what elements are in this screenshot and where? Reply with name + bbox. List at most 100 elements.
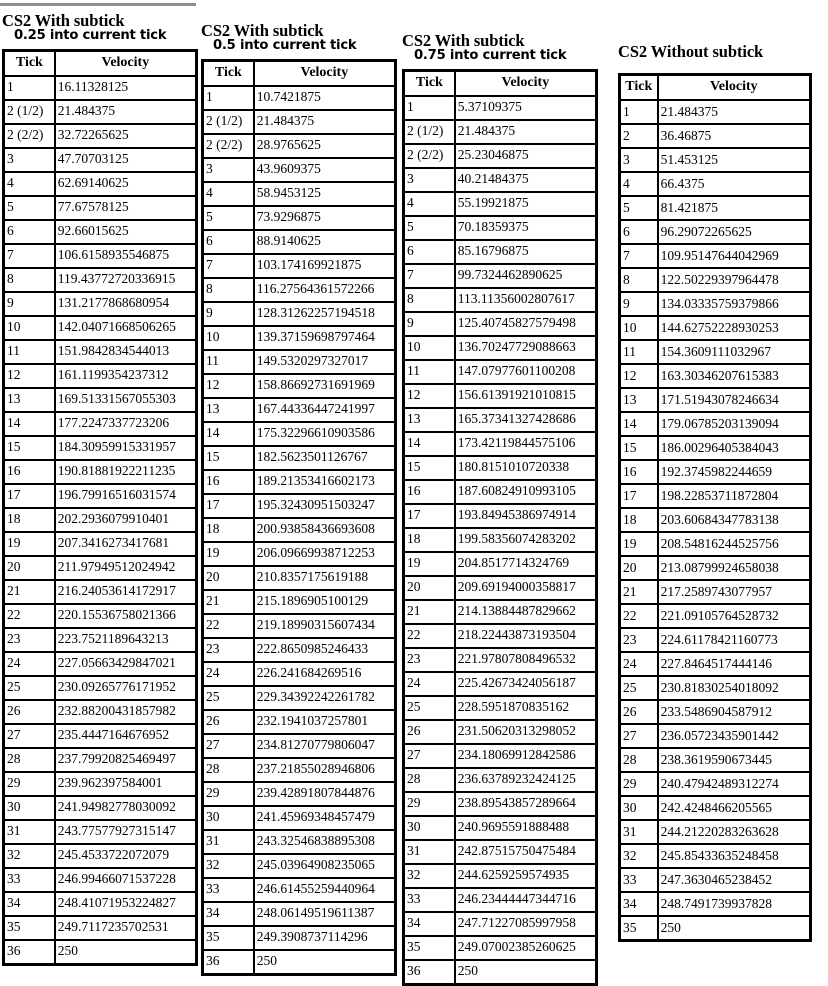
cell-velocity: 58.9453125: [253, 181, 395, 206]
table-row: 8 119.43772720336915: [4, 267, 196, 292]
table-row: 18 200.93858436693608: [203, 517, 395, 542]
table-row: 19 207.3416273417681: [4, 531, 196, 556]
table-row: 19 204.8517714324769: [404, 551, 596, 576]
cell-velocity: 73.9296875: [253, 205, 395, 230]
cell-velocity: 211.97949512024942: [54, 555, 196, 580]
table-row: 28 236.63789232424125: [404, 767, 596, 792]
cell-tick: 18: [620, 508, 658, 533]
table-row: 11 149.5320297327017: [203, 349, 395, 374]
cell-tick: 4: [404, 191, 455, 216]
cell-tick: 7: [4, 243, 55, 268]
table-row: 5 70.18359375: [404, 215, 596, 240]
cell-tick: 26: [203, 709, 254, 734]
table-row: 6 96.29072265625: [620, 220, 810, 245]
cell-velocity: 227.05663429847021: [54, 651, 196, 676]
cell-velocity: 237.79920825469497: [54, 747, 196, 772]
table-row: 35 249.07002385260625: [404, 935, 596, 960]
table-row: 9 128.31262257194518: [203, 301, 395, 326]
cell-tick: 10: [4, 315, 55, 340]
cell-tick: 13: [4, 387, 55, 412]
table-row: 4 58.9453125: [203, 181, 395, 206]
table-row: 33 246.23444447344716: [404, 887, 596, 912]
cell-velocity: 248.41071953224827: [54, 891, 196, 916]
cell-tick: 12: [620, 364, 658, 389]
cell-tick: 2 (1/2): [404, 119, 455, 144]
cell-tick: 21: [620, 580, 658, 605]
table-row: 29 238.89543857289664: [404, 791, 596, 816]
cell-tick: 8: [620, 268, 658, 293]
table-row: 31 243.32546838895308: [203, 829, 395, 854]
velocity-table: Tick Velocity 1 21.484375 2 36.46875 3 51.45312…: [618, 73, 812, 943]
table-row: 13 169.51331567055303: [4, 387, 196, 412]
cell-tick: 35: [4, 915, 55, 940]
table-header-row: Tick Velocity: [203, 60, 395, 86]
table-title-main: CS2 With subtick: [201, 21, 324, 40]
cell-tick: 7: [404, 263, 455, 288]
cell-velocity: 156.61391921010815: [454, 383, 596, 408]
cell-tick: 31: [203, 829, 254, 854]
cell-velocity: 230.81830254018092: [657, 676, 810, 701]
cell-velocity: 10.7421875: [253, 85, 395, 110]
cell-velocity: 70.18359375: [454, 215, 596, 240]
table-row: 30 241.94982778030092: [4, 795, 196, 820]
cell-velocity: 240.47942489312274: [657, 772, 810, 797]
table-panel-with-subtick-075: CS2 With subtick 0.75 into current tick Ti…: [397, 12, 598, 986]
cell-velocity: 106.6158935546875: [54, 243, 196, 268]
cell-velocity: 226.241684269516: [253, 661, 395, 686]
cell-tick: 5: [4, 195, 55, 220]
cell-tick: 34: [404, 911, 455, 936]
cell-tick: 14: [4, 411, 55, 436]
cell-velocity: 234.81270779806047: [253, 733, 395, 758]
table-row: 30 241.45969348457479: [203, 805, 395, 830]
table-row: 23 223.7521189643213: [4, 627, 196, 652]
cell-tick: 26: [4, 699, 55, 724]
cell-velocity: 103.174169921875: [253, 253, 395, 278]
cell-velocity: 225.42673424056187: [454, 671, 596, 696]
table-title-block: CS2 With subtick 0.5 into current tick: [201, 12, 357, 53]
cell-velocity: 142.04071668506265: [54, 315, 196, 340]
cell-tick: 16: [404, 479, 455, 504]
cell-velocity: 210.8357175619188: [253, 565, 395, 590]
table-row: 36 250: [203, 949, 395, 974]
cell-velocity: 109.95147644042969: [657, 244, 810, 269]
cell-tick: 6: [203, 229, 254, 254]
cell-velocity: 224.61178421160773: [657, 628, 810, 653]
table-row: 2 (2/2) 28.9765625: [203, 133, 395, 158]
cell-velocity: 200.93858436693608: [253, 517, 395, 542]
table-row: 29 240.47942489312274: [620, 772, 810, 797]
cell-velocity: 222.8650985246433: [253, 637, 395, 662]
cell-velocity: 206.09669938712253: [253, 541, 395, 566]
cell-tick: 1: [404, 95, 455, 120]
cell-velocity: 250: [54, 939, 196, 964]
table-title-sub: 0.25 into current tick: [14, 28, 167, 44]
cell-tick: 26: [620, 700, 658, 725]
cell-velocity: 239.962397584001: [54, 771, 196, 796]
cell-velocity: 96.29072265625: [657, 220, 810, 245]
table-row: 9 131.2177868680954: [4, 291, 196, 316]
table-row: 20 213.08799924658038: [620, 556, 810, 581]
table-row: 22 221.09105764528732: [620, 604, 810, 629]
cell-tick: 11: [203, 349, 254, 374]
cell-velocity: 249.3908737114296: [253, 925, 395, 950]
cell-velocity: 179.06785203139094: [657, 412, 810, 437]
cell-velocity: 229.34392242261782: [253, 685, 395, 710]
cell-velocity: 92.66015625: [54, 219, 196, 244]
cell-velocity: 248.06149519611387: [253, 901, 395, 926]
cell-tick: 23: [404, 647, 455, 672]
table-row: 6 88.9140625: [203, 229, 395, 254]
cell-velocity: 193.84945386974914: [454, 503, 596, 528]
cell-velocity: 215.1896905100129: [253, 589, 395, 614]
cell-velocity: 203.60684347783138: [657, 508, 810, 533]
table-row: 30 242.4248466205565: [620, 796, 810, 821]
cell-velocity: 249.07002385260625: [454, 935, 596, 960]
table-row: 8 122.50229397964478: [620, 268, 810, 293]
cell-velocity: 245.85433635248458: [657, 844, 810, 869]
cell-tick: 18: [404, 527, 455, 552]
table-row: 12 156.61391921010815: [404, 383, 596, 408]
cell-tick: 32: [404, 863, 455, 888]
cell-tick: 35: [203, 925, 254, 950]
table-row: 2 (1/2) 21.484375: [203, 109, 395, 134]
table-row: 25 230.81830254018092: [620, 676, 810, 701]
cell-tick: 32: [620, 844, 658, 869]
cell-tick: 16: [4, 459, 55, 484]
